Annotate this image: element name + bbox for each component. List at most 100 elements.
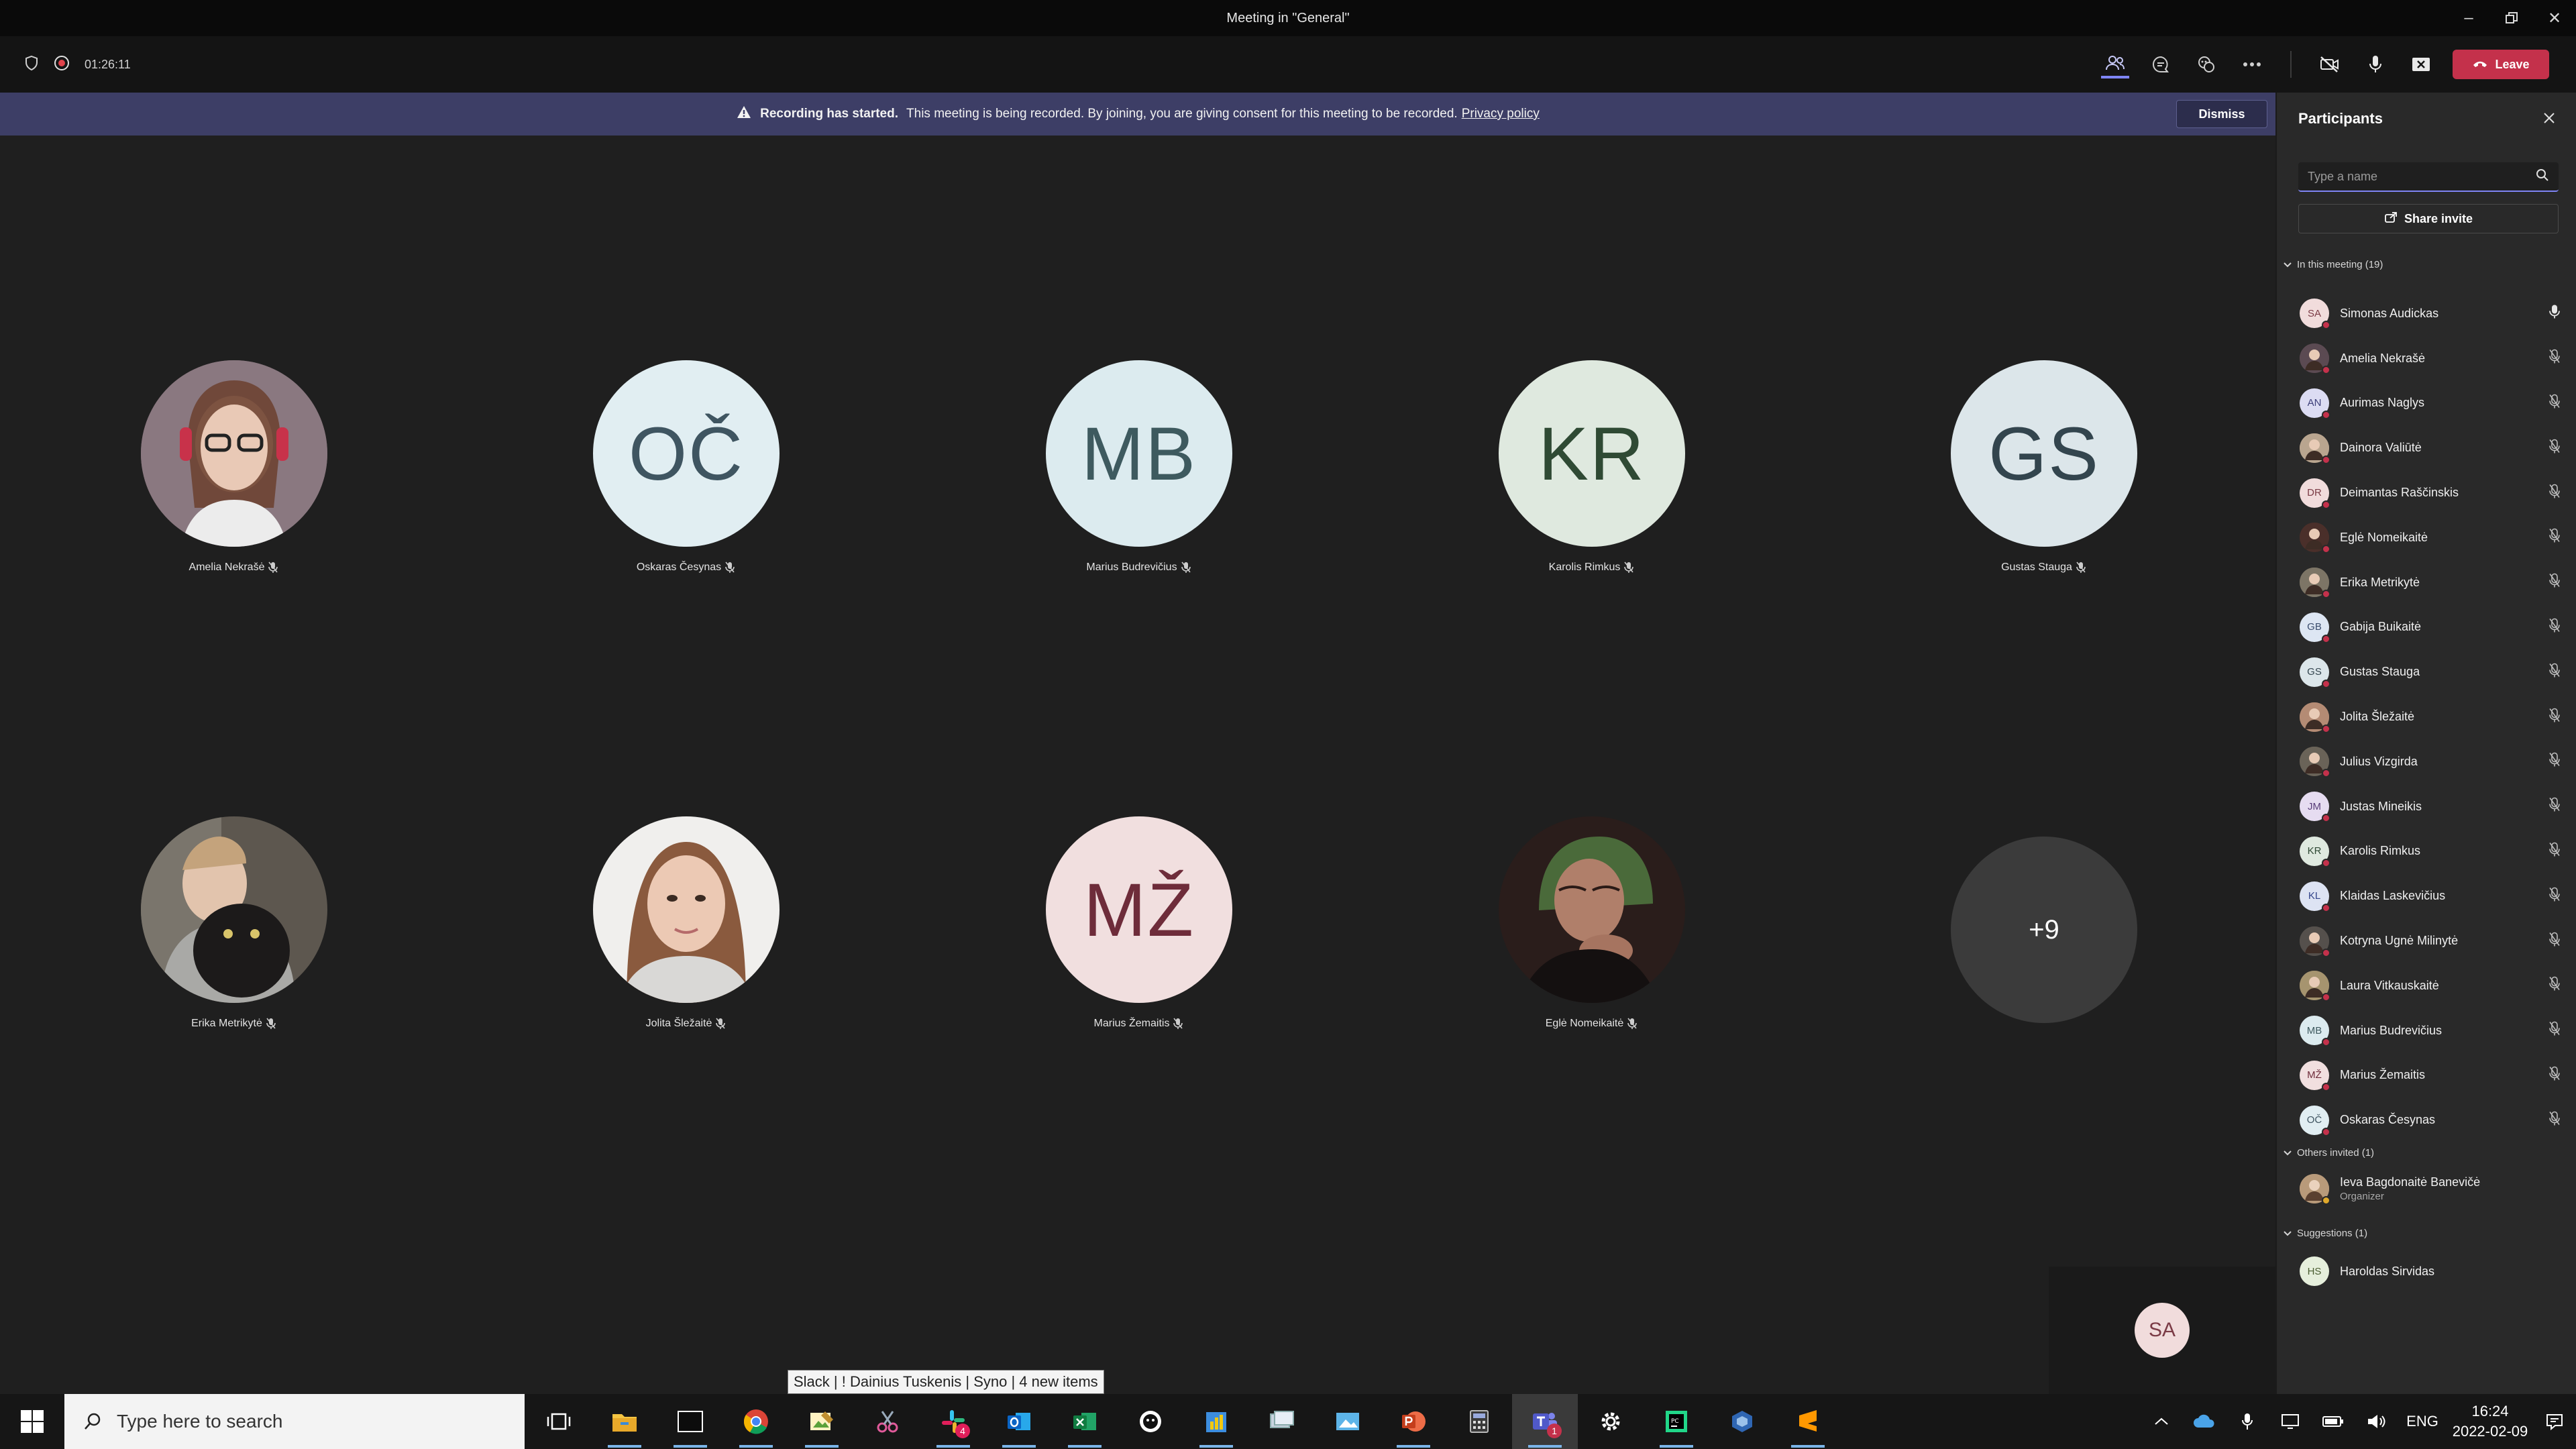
participant-row[interactable]: MŽ Marius Žemaitis <box>2277 1053 2576 1098</box>
participant-row[interactable]: Laura Vitkauskaitė <box>2277 963 2576 1008</box>
outlook-icon[interactable] <box>986 1394 1052 1449</box>
slack-icon[interactable]: 4 <box>920 1394 986 1449</box>
mic-off-icon[interactable] <box>2549 349 2560 368</box>
share-screen-icon[interactable] <box>2407 50 2435 78</box>
mic-off-icon[interactable] <box>2549 708 2560 726</box>
participant-tile[interactable]: Eglė Nomeikaitė <box>1457 816 1725 1152</box>
snipping-tool-icon[interactable] <box>855 1394 920 1449</box>
github-desktop-icon[interactable] <box>1118 1394 1183 1449</box>
participant-tile[interactable]: Amelia Nekrašė <box>99 360 368 696</box>
participant-row[interactable]: GB Gabija Buikaitė <box>2277 605 2576 650</box>
more-options-icon[interactable] <box>2238 50 2266 78</box>
participants-toggle-icon[interactable] <box>2101 50 2129 78</box>
participant-row[interactable]: GS Gustas Stauga <box>2277 649 2576 694</box>
virtualbox-icon[interactable] <box>1709 1394 1775 1449</box>
image-editor-icon[interactable] <box>789 1394 855 1449</box>
participant-tile[interactable]: KR Karolis Rimkus <box>1457 360 1725 696</box>
dismiss-button[interactable]: Dismiss <box>2176 100 2267 128</box>
mic-off-icon[interactable] <box>2549 529 2560 547</box>
start-button[interactable] <box>0 1394 64 1449</box>
remote-desktop-icon[interactable] <box>1249 1394 1315 1449</box>
mic-off-icon[interactable] <box>2549 842 2560 860</box>
mic-off-icon[interactable] <box>2549 1021 2560 1040</box>
pycharm-icon[interactable]: PC <box>1644 1394 1709 1449</box>
privacy-policy-link[interactable]: Privacy policy <box>1462 107 1540 121</box>
mic-off-icon[interactable] <box>2549 573 2560 592</box>
mic-on-icon[interactable] <box>2549 305 2560 323</box>
close-window-button[interactable]: ✕ <box>2533 0 2576 36</box>
mic-off-icon[interactable] <box>2549 797 2560 816</box>
minimize-button[interactable]: – <box>2447 0 2490 36</box>
participant-row[interactable]: KL Klaidas Laskevičius <box>2277 873 2576 918</box>
microphone-tray-icon[interactable] <box>2226 1394 2269 1449</box>
participant-tile[interactable]: Erika Metrikytė <box>99 816 368 1152</box>
mic-off-icon[interactable] <box>2549 1111 2560 1129</box>
sublime-text-icon[interactable] <box>1775 1394 1841 1449</box>
powerpoint-icon[interactable] <box>1381 1394 1446 1449</box>
close-panel-icon[interactable] <box>2542 111 2556 128</box>
mic-off-icon[interactable] <box>2549 977 2560 995</box>
participant-tile[interactable]: MŽ Marius Žemaitis <box>1004 816 1273 1152</box>
volume-icon[interactable] <box>2355 1394 2398 1449</box>
participant-tile[interactable]: GS Gustas Stauga <box>1909 360 2178 696</box>
battery-icon[interactable] <box>2312 1394 2355 1449</box>
mic-off-icon[interactable] <box>2549 618 2560 636</box>
participant-row[interactable]: SA Simonas Audickas <box>2277 291 2576 336</box>
in-meeting-section-toggle[interactable]: In this meeting (19) <box>2284 259 2383 270</box>
leave-button[interactable]: Leave <box>2453 50 2549 79</box>
list-item[interactable]: Ieva Bagdonaitė Banevičė Organizer <box>2277 1165 2576 1213</box>
more-participants-button[interactable]: +9 <box>1951 837 2137 1023</box>
participant-tile[interactable]: OČ Oskaras Česynas <box>551 360 820 696</box>
mic-off-icon[interactable] <box>2549 663 2560 681</box>
participant-row[interactable]: OČ Oskaras Česynas <box>2277 1097 2576 1142</box>
participant-row[interactable]: KR Karolis Rimkus <box>2277 829 2576 874</box>
onedrive-icon[interactable] <box>2183 1394 2226 1449</box>
participant-row[interactable]: MB Marius Budrevičius <box>2277 1008 2576 1053</box>
participant-row[interactable]: JM Justas Mineikis <box>2277 784 2576 829</box>
chevron-up-icon[interactable] <box>2140 1394 2183 1449</box>
microphone-icon[interactable] <box>2361 50 2390 78</box>
photos-icon[interactable] <box>1315 1394 1381 1449</box>
participant-tile[interactable]: Jolita Šležaitė <box>551 816 820 1152</box>
power-bi-icon[interactable] <box>1183 1394 1249 1449</box>
participant-row[interactable]: Erika Metrikytė <box>2277 560 2576 605</box>
calculator-icon[interactable] <box>1446 1394 1512 1449</box>
language-indicator[interactable]: ENG <box>2398 1394 2447 1449</box>
share-invite-button[interactable]: Share invite <box>2298 204 2559 233</box>
others-invited-section-toggle[interactable]: Others invited (1) <box>2284 1147 2374 1159</box>
list-item[interactable]: HS Haroldas Sirvidas <box>2277 1249 2576 1294</box>
reactions-icon[interactable] <box>2192 50 2220 78</box>
participant-row[interactable]: AN Aurimas Naglys <box>2277 381 2576 426</box>
participant-row[interactable]: DR Deimantas Raščinskis <box>2277 470 2576 515</box>
participant-row[interactable]: Dainora Valiūtė <box>2277 425 2576 470</box>
terminal-icon[interactable] <box>657 1394 723 1449</box>
chrome-icon[interactable] <box>723 1394 789 1449</box>
settings-gear-icon[interactable] <box>1578 1394 1644 1449</box>
task-view-icon[interactable] <box>526 1394 592 1449</box>
notifications-icon[interactable] <box>2533 1394 2576 1449</box>
excel-icon[interactable] <box>1052 1394 1118 1449</box>
mic-off-icon[interactable] <box>2549 887 2560 905</box>
teams-icon[interactable]: 1 <box>1512 1394 1578 1449</box>
mic-off-icon[interactable] <box>2549 932 2560 950</box>
restore-button[interactable] <box>2490 0 2533 36</box>
taskbar-search[interactable]: Type here to search <box>64 1394 525 1449</box>
camera-off-icon[interactable] <box>2316 50 2344 78</box>
participant-row[interactable]: Jolita Šležaitė <box>2277 694 2576 739</box>
mic-off-icon[interactable] <box>2549 439 2560 457</box>
mic-off-icon[interactable] <box>2549 753 2560 771</box>
participant-search-input[interactable] <box>2308 169 2536 184</box>
suggestions-section-toggle[interactable]: Suggestions (1) <box>2284 1228 2367 1239</box>
participant-row[interactable]: Julius Vizgirda <box>2277 739 2576 784</box>
mic-off-icon[interactable] <box>2549 394 2560 412</box>
participant-row[interactable]: Amelia Nekrašė <box>2277 336 2576 381</box>
mic-off-icon[interactable] <box>2549 1066 2560 1084</box>
participant-row[interactable]: Eglė Nomeikaitė <box>2277 515 2576 560</box>
clock[interactable]: 16:24 2022-02-09 <box>2447 1401 2533 1442</box>
file-explorer-icon[interactable] <box>592 1394 657 1449</box>
network-icon[interactable] <box>2269 1394 2312 1449</box>
mic-off-icon[interactable] <box>2549 484 2560 502</box>
chat-icon[interactable] <box>2147 50 2175 78</box>
participant-row[interactable]: Kotryna Ugnė Milinytė <box>2277 918 2576 963</box>
participant-tile[interactable]: MB Marius Budrevičius <box>1004 360 1273 696</box>
